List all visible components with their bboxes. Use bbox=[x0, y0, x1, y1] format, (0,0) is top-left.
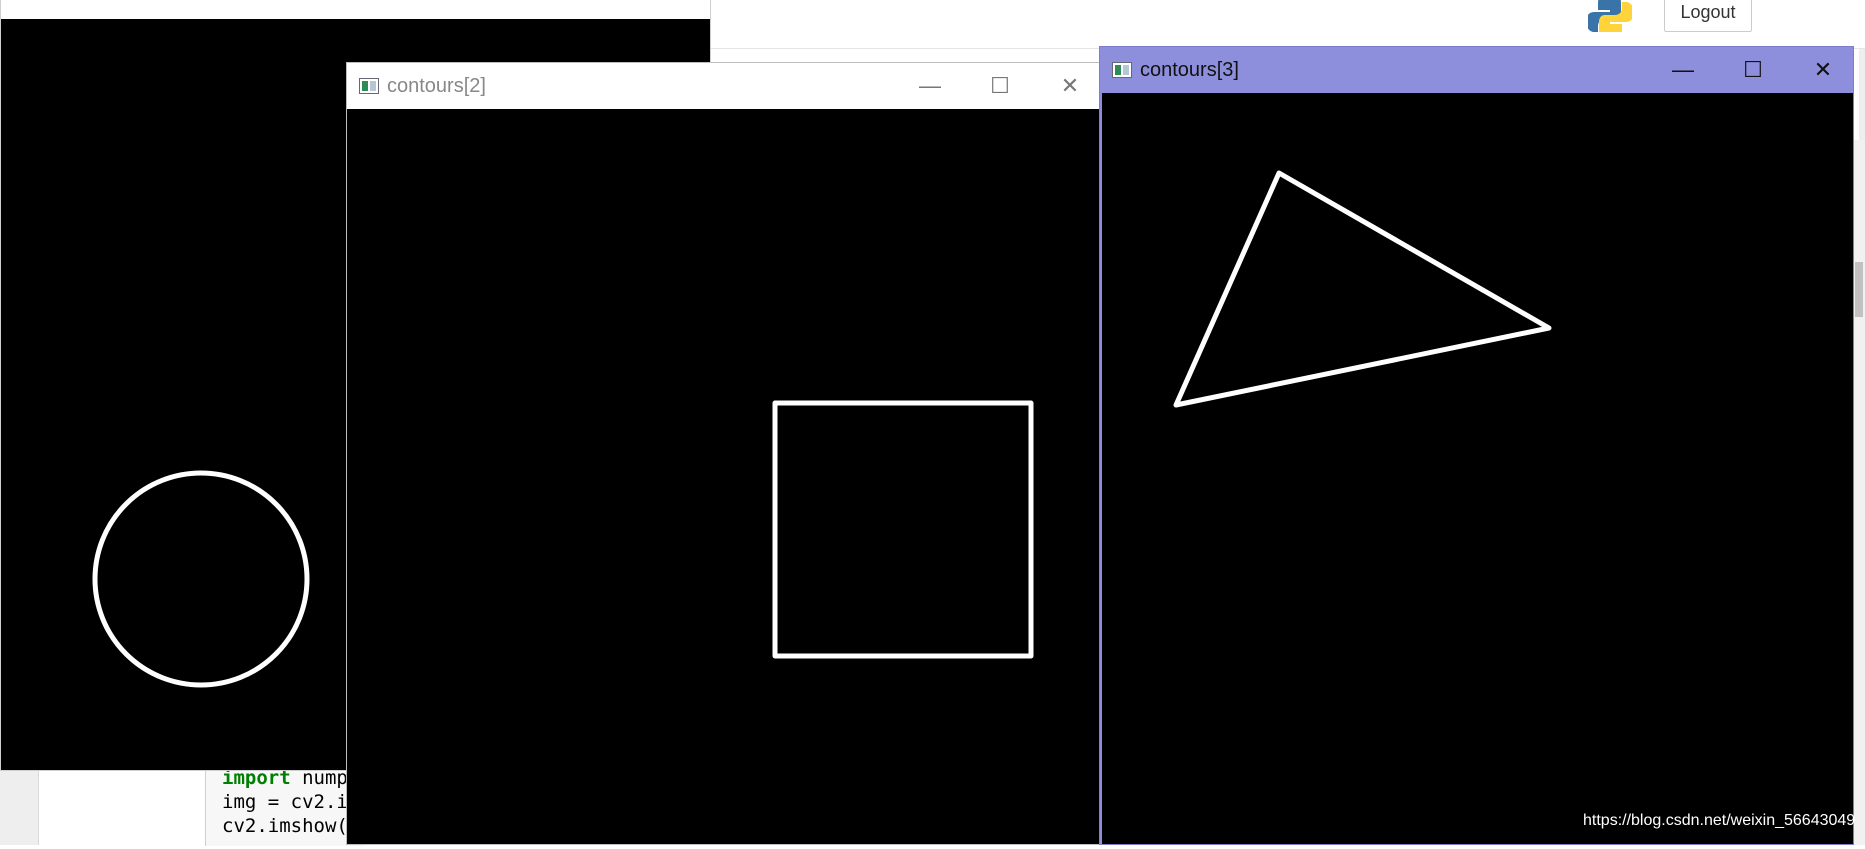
image-canvas bbox=[1102, 93, 1853, 844]
code-text: img = cv2.im bbox=[222, 791, 360, 813]
window-title: contours[2] bbox=[387, 74, 486, 97]
maximize-button[interactable]: ☐ bbox=[1723, 47, 1783, 93]
code-text: cv2.imshow( bbox=[222, 815, 348, 837]
code-line: cv2.imshow(" bbox=[206, 814, 366, 838]
window-titlebar[interactable] bbox=[1, 0, 710, 19]
contour-drawing bbox=[1173, 170, 1552, 408]
opencv-app-icon bbox=[359, 78, 379, 94]
watermark-url: https://blog.csdn.net/weixin_56643049 bbox=[1583, 812, 1856, 829]
code-cell[interactable]: import numpyimg = cv2.imcv2.imshow(" bbox=[205, 765, 366, 846]
window-title: contours[3] bbox=[1140, 58, 1239, 81]
contour-circle bbox=[92, 470, 310, 688]
close-button[interactable]: ✕ bbox=[1040, 63, 1100, 109]
minimize-button[interactable]: — bbox=[900, 63, 960, 109]
opencv-window-contours-3[interactable]: contours[3] — ☐ ✕ bbox=[1099, 46, 1854, 845]
logout-button[interactable]: Logout bbox=[1664, 0, 1752, 32]
minimize-button[interactable]: — bbox=[1653, 47, 1713, 93]
opencv-app-icon bbox=[1112, 62, 1132, 78]
code-line: img = cv2.im bbox=[206, 790, 366, 814]
page-scrollbar[interactable] bbox=[1853, 140, 1865, 845]
contour-triangle bbox=[1173, 170, 1552, 408]
opencv-window-contours-2[interactable]: contours[2] — ☐ ✕ bbox=[346, 62, 1101, 845]
close-button[interactable]: ✕ bbox=[1793, 47, 1853, 93]
page-scrollbar-thumb[interactable] bbox=[1855, 262, 1863, 317]
maximize-button[interactable]: ☐ bbox=[970, 63, 1030, 109]
python-logo-icon bbox=[1586, 0, 1634, 40]
contour-square bbox=[772, 400, 1034, 659]
contour-drawing bbox=[772, 400, 1034, 659]
image-canvas bbox=[347, 109, 1100, 844]
